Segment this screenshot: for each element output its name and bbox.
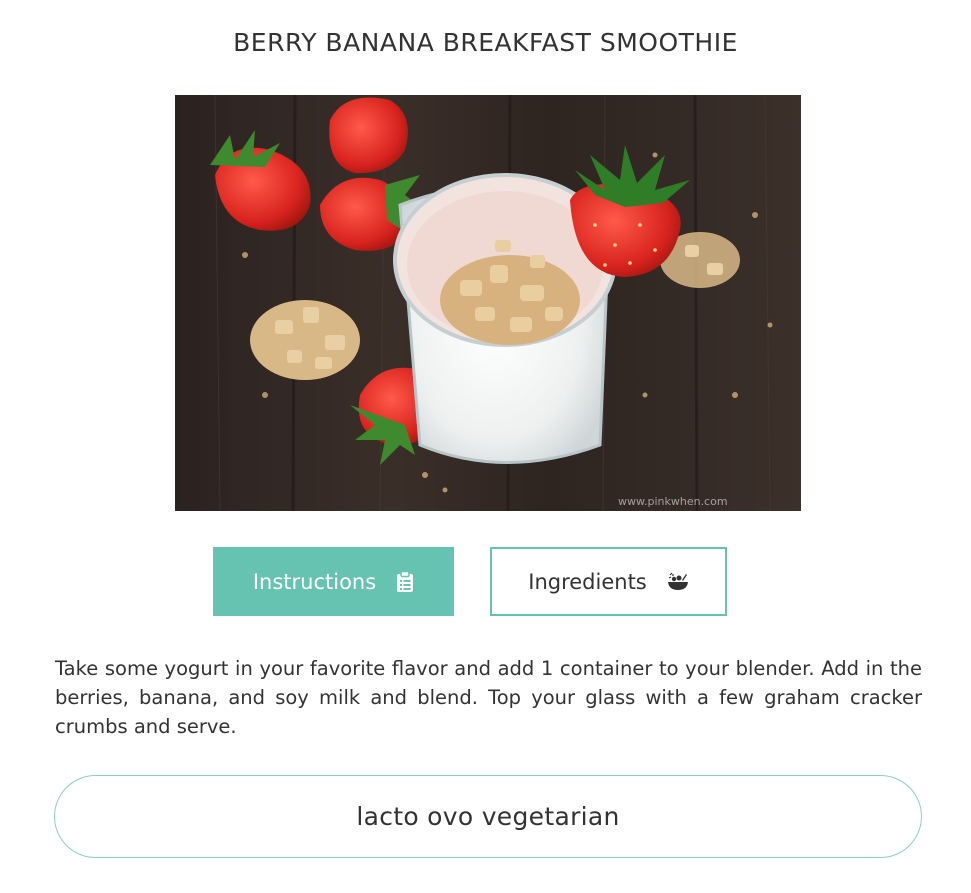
instructions-text: Take some yogurt in your favorite flavor… bbox=[55, 657, 922, 738]
recipe-title: BERRY BANANA BREAKFAST SMOOTHIE bbox=[233, 28, 738, 57]
diet-label: lacto ovo vegetarian bbox=[356, 802, 620, 831]
clipboard-icon bbox=[396, 570, 414, 593]
tab-instructions[interactable]: Instructions bbox=[213, 547, 454, 616]
tab-ingredients[interactable]: Ingredients bbox=[490, 547, 727, 616]
recipe-photo: www.pinkwhen.com bbox=[175, 95, 801, 511]
image-watermark: www.pinkwhen.com bbox=[618, 495, 728, 508]
tab-instructions-label: Instructions bbox=[252, 569, 377, 594]
tab-ingredients-label: Ingredients bbox=[528, 569, 647, 594]
salad-bowl-icon bbox=[667, 572, 689, 592]
diet-badge: lacto ovo vegetarian bbox=[54, 775, 922, 858]
